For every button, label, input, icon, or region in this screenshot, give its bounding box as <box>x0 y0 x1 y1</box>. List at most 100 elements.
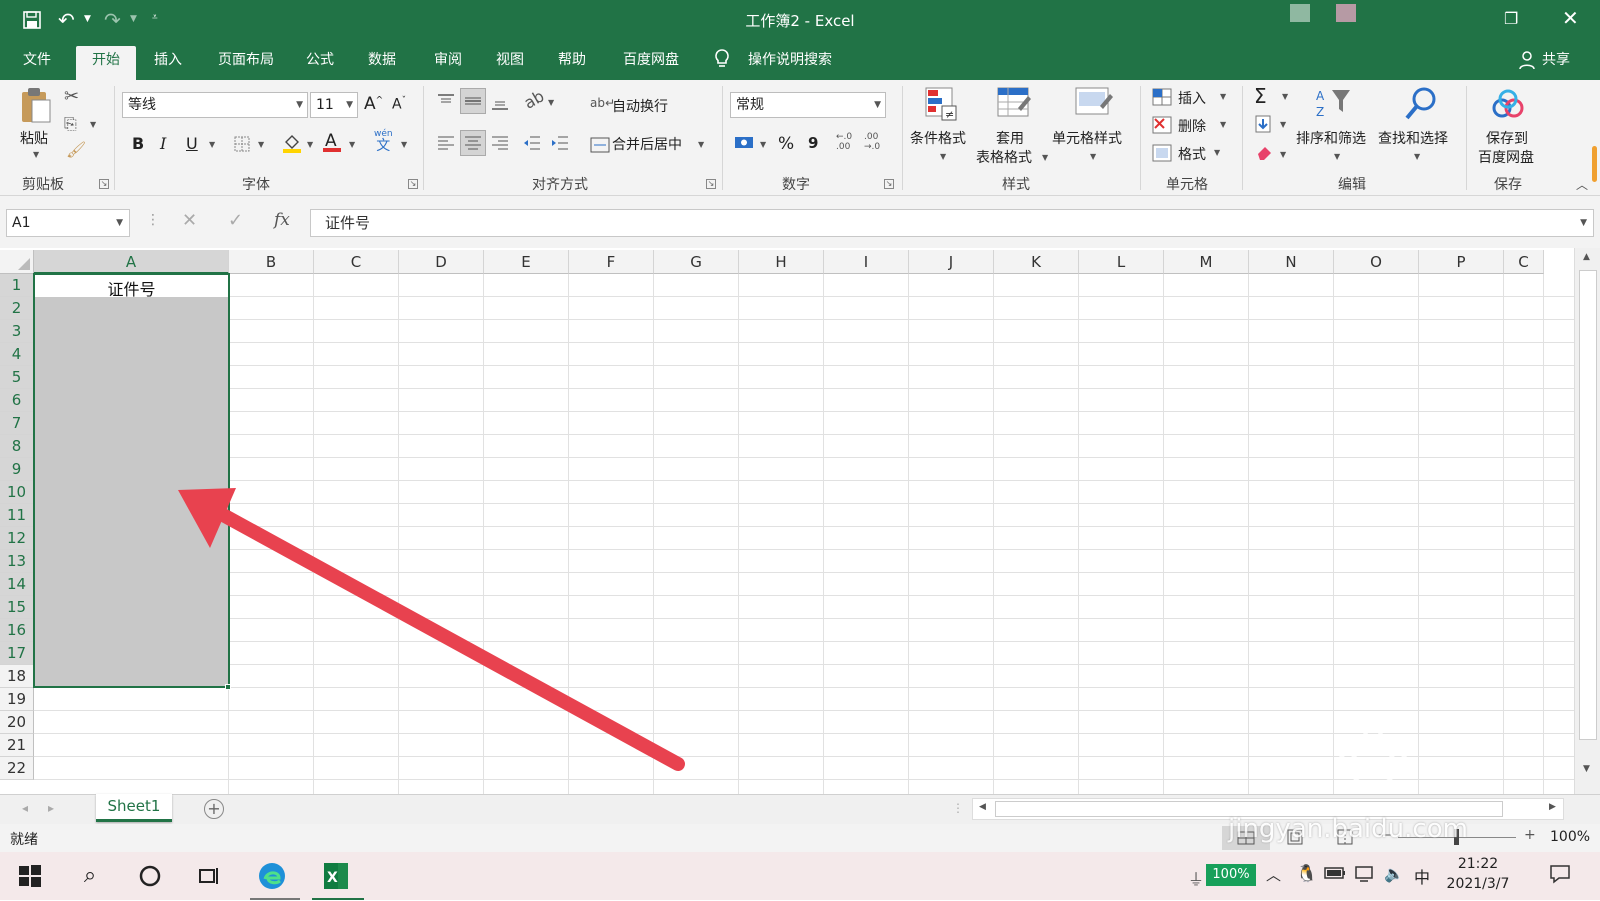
undo-dropdown-icon[interactable]: ▼ <box>84 14 91 24</box>
tab-data[interactable]: 数据 <box>362 49 402 80</box>
underline-button[interactable]: U <box>186 134 198 153</box>
format-dropdown-icon[interactable]: ▼ <box>1214 148 1220 157</box>
cond-dropdown-icon[interactable]: ▼ <box>940 152 946 161</box>
tab-formulas[interactable]: 公式 <box>300 49 340 80</box>
paste-button[interactable]: 粘贴 <box>20 128 48 148</box>
autosum-button[interactable]: Σ <box>1254 84 1267 108</box>
excel-app-icon[interactable]: X <box>320 860 352 892</box>
baidu-netdisk-icon[interactable] <box>1490 88 1526 126</box>
tab-file[interactable]: 文件 <box>16 49 58 80</box>
italic-button[interactable]: I <box>160 134 166 153</box>
borders-icon[interactable] <box>234 136 250 156</box>
sheet-scroll-left-icon[interactable]: ◂ <box>22 801 28 815</box>
percent-style-button[interactable]: % <box>778 134 794 154</box>
sort-filter-button[interactable]: 排序和筛选 <box>1296 128 1366 148</box>
tab-review[interactable]: 审阅 <box>428 49 468 80</box>
battery-badge[interactable]: 100% <box>1206 864 1256 886</box>
delete-cells-icon[interactable] <box>1152 116 1172 138</box>
horizontal-scrollbar[interactable]: ◀ ▶ <box>972 798 1564 820</box>
phonetic-dropdown-icon[interactable]: ▼ <box>401 140 407 149</box>
find-select-icon[interactable] <box>1404 86 1438 126</box>
comma-style-button[interactable]: 9 <box>808 134 818 152</box>
fill-color-dropdown-icon[interactable]: ▼ <box>307 140 313 149</box>
redo-dropdown-icon[interactable]: ▼ <box>130 14 137 24</box>
format-painter-icon[interactable]: 🖌 <box>66 140 86 159</box>
align-middle-icon[interactable] <box>460 88 486 114</box>
format-cells-icon[interactable] <box>1152 144 1172 166</box>
insert-dropdown-icon[interactable]: ▼ <box>1220 92 1226 101</box>
conditional-formatting-button[interactable]: 条件格式 <box>910 128 966 148</box>
find-select-button[interactable]: 查找和选择 <box>1378 128 1448 148</box>
copy-icon[interactable]: ⎘ <box>64 114 77 134</box>
more-options-icon[interactable]: ⋮ <box>146 212 160 228</box>
orientation-icon[interactable]: ab <box>521 86 548 112</box>
dialog-launcher-icon[interactable]: ↘ <box>99 179 109 189</box>
font-name-combo[interactable]: 等线 ▼ <box>122 92 308 118</box>
share-button[interactable]: 共享 <box>1542 49 1570 69</box>
delete-cells-button[interactable]: 删除 <box>1178 116 1206 136</box>
battery-icon[interactable] <box>1324 866 1346 884</box>
format-cells-button[interactable]: 格式 <box>1178 144 1206 164</box>
scroll-right-icon[interactable]: ▶ <box>1549 802 1556 812</box>
sheet-tab-sheet1[interactable]: Sheet1 <box>96 794 172 822</box>
plug-icon[interactable]: ⏚ <box>1188 866 1204 890</box>
normal-view-icon[interactable] <box>1222 826 1270 850</box>
accounting-format-icon[interactable] <box>734 134 756 156</box>
sheet-scroll-right-icon[interactable]: ▸ <box>48 801 54 815</box>
orientation-dropdown-icon[interactable]: ▼ <box>548 98 554 107</box>
number-format-combo[interactable]: 常规 ▼ <box>730 92 886 118</box>
align-right-icon[interactable] <box>490 134 510 156</box>
cell-styles-button[interactable]: 单元格样式 <box>1052 128 1122 148</box>
scroll-left-icon[interactable]: ◀ <box>979 802 986 812</box>
font-color-dropdown-icon[interactable]: ▼ <box>349 140 355 149</box>
conditional-formatting-icon[interactable]: ≠ <box>924 86 958 126</box>
customize-qat-icon[interactable]: ⩡ <box>152 12 158 23</box>
add-sheet-button[interactable]: + <box>204 799 224 819</box>
redo-icon[interactable]: ↷ <box>104 8 121 32</box>
horizontal-scroll-thumb[interactable] <box>995 801 1503 817</box>
align-center-icon[interactable] <box>460 130 486 156</box>
font-size-combo[interactable]: 11 ▼ <box>310 92 358 118</box>
enter-icon[interactable]: ✓ <box>228 210 243 231</box>
sort-dropdown-icon[interactable]: ▼ <box>1334 152 1340 161</box>
paste-icon[interactable] <box>18 86 54 128</box>
underline-dropdown-icon[interactable]: ▼ <box>209 140 215 149</box>
bold-button[interactable]: B <box>132 134 144 153</box>
insert-cells-icon[interactable] <box>1152 88 1172 110</box>
delete-dropdown-icon[interactable]: ▼ <box>1220 120 1226 129</box>
tab-help[interactable]: 帮助 <box>552 49 592 80</box>
format-as-table-icon[interactable] <box>996 86 1032 126</box>
close-icon[interactable]: ✕ <box>1562 6 1579 30</box>
sort-filter-icon[interactable]: AZ <box>1314 86 1354 126</box>
clock-time[interactable]: 21:22 <box>1446 856 1510 872</box>
merge-center-button[interactable]: 合并后居中 <box>612 134 682 154</box>
save-to-netdisk-line1[interactable]: 保存到 <box>1486 128 1528 148</box>
tab-home[interactable]: 开始 <box>76 46 136 80</box>
tab-view[interactable]: 视图 <box>490 49 530 80</box>
windows-start-icon[interactable] <box>14 860 46 892</box>
grow-font-button[interactable]: A^ <box>364 94 383 114</box>
dialog-launcher-icon[interactable]: ↘ <box>408 179 418 189</box>
paste-dropdown-icon[interactable]: ▼ <box>33 150 39 159</box>
zoom-level[interactable]: 100% <box>1550 829 1590 845</box>
volume-icon[interactable]: 🔈 <box>1384 864 1404 883</box>
dialog-launcher-icon[interactable]: ↘ <box>706 179 716 189</box>
cell-styles-icon[interactable] <box>1074 86 1114 126</box>
task-view-icon[interactable] <box>194 860 226 892</box>
merge-dropdown-icon[interactable]: ▼ <box>698 140 704 149</box>
search-icon[interactable]: ⌕ <box>74 860 106 892</box>
wrap-text-button[interactable]: 自动换行 <box>612 96 668 116</box>
zoom-in-button[interactable]: + <box>1524 827 1536 843</box>
autosum-dropdown-icon[interactable]: ▼ <box>1282 92 1288 101</box>
align-left-icon[interactable] <box>436 134 456 156</box>
undo-icon[interactable]: ↶ <box>58 8 75 32</box>
table-dropdown-icon[interactable]: ▼ <box>1042 153 1048 162</box>
cancel-icon[interactable]: ✕ <box>182 210 197 231</box>
shrink-font-button[interactable]: Aˇ <box>392 96 406 113</box>
cell-styles-dropdown-icon[interactable]: ▼ <box>1090 152 1096 161</box>
find-dropdown-icon[interactable]: ▼ <box>1414 152 1420 161</box>
split-handle-icon[interactable]: ⋮ <box>952 801 964 815</box>
clear-dropdown-icon[interactable]: ▼ <box>1280 150 1286 159</box>
format-as-table-line2[interactable]: 表格格式 <box>976 147 1032 167</box>
decrease-indent-icon[interactable] <box>522 134 542 156</box>
